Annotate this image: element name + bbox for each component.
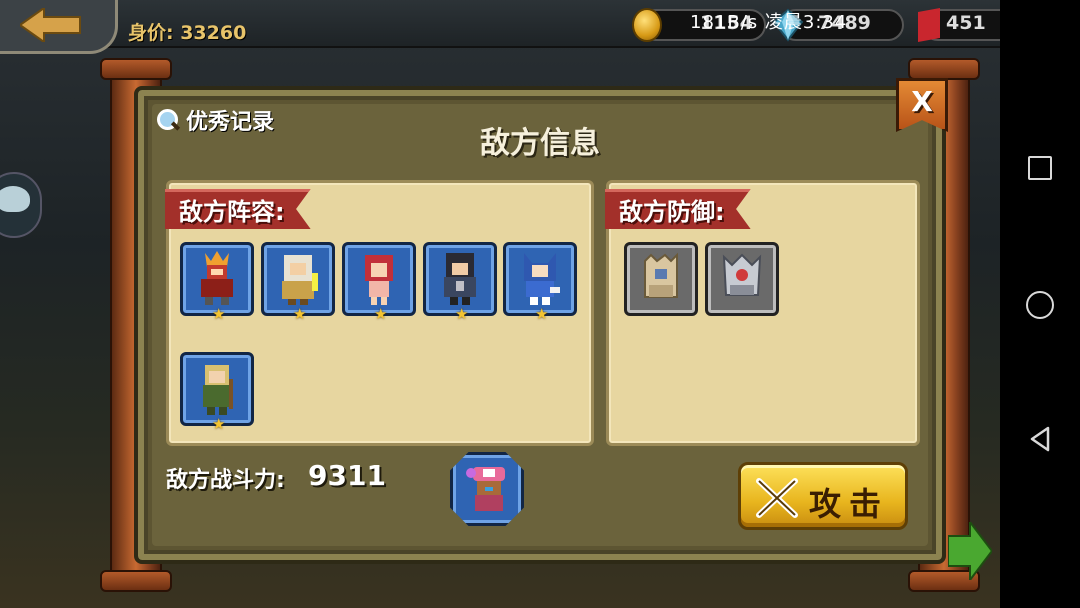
- nav-back-icon[interactable]: [1028, 426, 1052, 452]
- dialog-title: 敌方信息: [480, 126, 600, 161]
- red-armored-knight-icon: [201, 251, 233, 305]
- left-rod-bottom-cap: [100, 570, 172, 592]
- right-rod-top-cap: [908, 58, 980, 80]
- next-arrow-icon[interactable]: [948, 522, 992, 580]
- star-icon: ★: [212, 305, 226, 323]
- hero-card-4[interactable]: ★: [423, 242, 497, 323]
- star-icon: ★: [212, 415, 226, 433]
- star-icon: ★: [293, 305, 307, 323]
- green-elf-archer-icon: [203, 365, 233, 415]
- star-icon: ★: [455, 305, 469, 323]
- enemy-power-value: 9311: [308, 459, 386, 492]
- enemy-power-label: 敌方战斗力:: [166, 468, 285, 493]
- home-icon[interactable]: [1026, 291, 1054, 319]
- networth-label: 身价: 33260: [128, 22, 247, 44]
- pink-hat-pet-icon: [466, 467, 505, 511]
- defense-card-2[interactable]: [705, 242, 779, 316]
- defense-ribbon: 敌方防御:: [605, 189, 751, 229]
- enemy-pet-card[interactable]: [450, 452, 524, 526]
- crossed-swords-icon: [756, 478, 798, 518]
- hero-card-1[interactable]: ★: [180, 242, 254, 323]
- back-arrow-icon: [20, 8, 81, 42]
- back-button[interactable]: [0, 0, 118, 54]
- stone-turret-tower-icon: [644, 252, 678, 298]
- star-icon: ★: [535, 305, 549, 323]
- hero-card-5[interactable]: ★: [503, 242, 577, 323]
- gem-value: 451: [946, 12, 986, 34]
- lineup-ribbon: 敌方阵容:: [165, 189, 311, 229]
- hero-card-6[interactable]: ★: [180, 352, 254, 433]
- attack-button[interactable]: 攻击: [738, 462, 908, 530]
- spiked-mech-tower-icon: [722, 253, 762, 296]
- left-rod-top-cap: [100, 58, 172, 80]
- blue-fox-hood-hero-icon: [524, 253, 560, 305]
- star-icon: ★: [374, 305, 388, 323]
- defense-card-1[interactable]: [624, 242, 698, 316]
- gold-coin-icon: [632, 8, 662, 42]
- system-status-overlay: 181B/s 凌晨3:34: [690, 12, 848, 33]
- ruby-gem-icon: [918, 8, 940, 42]
- attack-label: 攻击: [809, 485, 890, 523]
- hero-card-2[interactable]: ★: [261, 242, 335, 323]
- dark-haired-swordsman-icon: [444, 253, 476, 305]
- hero-card-3[interactable]: ★: [342, 242, 416, 323]
- red-haired-girl-icon: [365, 255, 393, 305]
- recent-apps-icon[interactable]: [1028, 156, 1052, 180]
- white-haired-sage-icon: [282, 255, 318, 305]
